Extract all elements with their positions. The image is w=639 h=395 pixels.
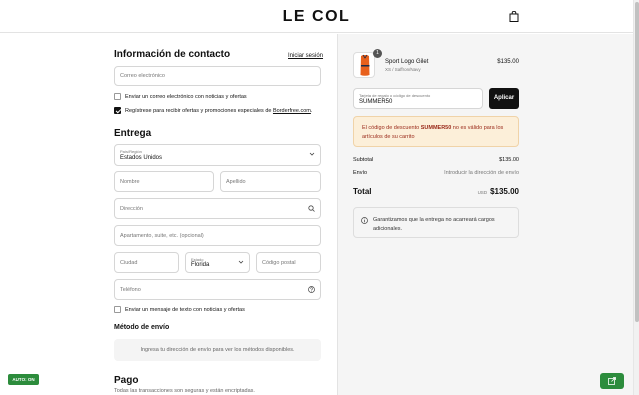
total-value: $135.00 — [490, 187, 519, 196]
chevron-down-icon — [309, 152, 315, 156]
phone-field[interactable]: Teléfono — [114, 279, 321, 300]
external-link-icon — [608, 377, 616, 385]
shipping-value: Introducir la dirección de envío — [444, 170, 519, 176]
total-label: Total — [353, 187, 372, 196]
total-row: Total USD $135.00 — [353, 187, 519, 196]
brand-logo[interactable]: LE COL — [0, 8, 633, 26]
country-value: Estados Unidos — [120, 155, 163, 161]
auto-toggle-button[interactable]: AUTO: ON — [8, 374, 39, 385]
page-scrollbar[interactable] — [633, 0, 639, 395]
info-icon — [361, 217, 368, 224]
total-currency: USD — [477, 190, 488, 195]
address-field[interactable]: Dirección — [114, 198, 321, 219]
zip-placeholder: Código postal — [262, 259, 296, 266]
alert-text-prefix: El código de descuento — [362, 125, 421, 131]
discount-error-alert: El código de descuento SUMMER50 no es vá… — [353, 116, 519, 147]
subtotal-row: Subtotal $135.00 — [353, 157, 519, 163]
product-name: Sport Logo Gilet — [385, 59, 429, 65]
contact-title: Información de contacto — [114, 49, 231, 60]
external-action-button[interactable] — [600, 373, 624, 389]
payment-subtitle: Todas las transacciones son seguras y es… — [114, 388, 255, 394]
scrollbar-thumb[interactable] — [635, 2, 639, 322]
first-name-field[interactable]: Nombre — [114, 171, 214, 192]
alert-code: SUMMER50 — [420, 125, 452, 131]
product-price: $135.00 — [497, 59, 519, 65]
last-name-field[interactable]: Apellido — [220, 171, 321, 192]
register-label-text: Regístrese para recibir ofertas y promoc… — [125, 107, 273, 114]
phone-placeholder: Teléfono — [120, 286, 141, 293]
email-news-label: Enviar un correo electrónico con noticia… — [125, 93, 247, 100]
register-label-end: . — [310, 107, 313, 114]
chevron-down-icon — [238, 260, 244, 264]
state-select[interactable]: Estado Florida — [185, 252, 250, 273]
shipping-label: Envío — [353, 170, 368, 176]
product-thumbnail — [353, 52, 375, 78]
borderfree-link[interactable]: Borderfree.com — [273, 108, 311, 114]
payment-title: Pago — [114, 375, 139, 386]
shopping-bag-icon[interactable] — [509, 11, 519, 22]
login-link[interactable]: Iniciar sesión — [288, 53, 323, 59]
delivery-guarantee-text: Garantizamos que la entrega no acarreará… — [373, 217, 495, 232]
product-variant: XS / Saffron/Navy — [385, 67, 421, 72]
delivery-guarantee-box: Garantizamos que la entrega no acarreará… — [353, 207, 519, 238]
email-field[interactable]: Correo electrónico — [114, 66, 321, 86]
country-label: País/Región — [120, 149, 142, 154]
help-circle-icon[interactable] — [308, 286, 315, 293]
email-placeholder: Correo electrónico — [120, 73, 165, 79]
address-placeholder: Dirección — [120, 205, 143, 212]
quantity-badge: 1 — [373, 49, 382, 58]
state-value: Florida — [191, 262, 210, 268]
discount-code-field[interactable]: Tarjeta de regalo o código de descuento … — [353, 88, 483, 109]
subtotal-value: $135.00 — [499, 157, 519, 163]
shipping-method-title: Método de envío — [114, 324, 170, 331]
shipping-row: Envío Introducir la dirección de envío — [353, 170, 519, 176]
register-label: Regístrese para recibir ofertas y promoc… — [125, 108, 312, 114]
site-header: LE COL — [0, 0, 633, 33]
last-name-placeholder: Apellido — [226, 178, 246, 185]
sms-news-label: Enviar un mensaje de texto con noticias … — [125, 306, 245, 313]
city-field[interactable]: Ciudad — [114, 252, 179, 273]
apartment-placeholder: Apartamento, suite, etc. (opcional) — [120, 232, 204, 239]
register-option[interactable]: Regístrese para recibir ofertas y promoc… — [114, 107, 312, 114]
discount-label: Tarjeta de regalo o código de descuento — [359, 93, 431, 98]
sms-news-checkbox[interactable] — [114, 306, 121, 313]
subtotal-label: Subtotal — [353, 157, 374, 163]
country-select[interactable]: País/Región Estados Unidos — [114, 144, 321, 166]
register-checkbox[interactable] — [114, 107, 121, 114]
search-icon — [308, 205, 315, 212]
delivery-title: Entrega — [114, 128, 152, 139]
zip-field[interactable]: Código postal — [256, 252, 321, 273]
sms-news-option[interactable]: Enviar un mensaje de texto con noticias … — [114, 306, 245, 313]
product-image — [360, 54, 370, 76]
apartment-field[interactable]: Apartamento, suite, etc. (opcional) — [114, 225, 321, 246]
shipping-methods-placeholder: Ingresa tu dirección de envío para ver l… — [114, 339, 321, 361]
email-news-checkbox[interactable] — [114, 93, 121, 100]
total-amount: USD $135.00 — [478, 187, 519, 196]
email-news-option[interactable]: Enviar un correo electrónico con noticia… — [114, 93, 247, 100]
city-placeholder: Ciudad — [120, 259, 138, 266]
apply-discount-button[interactable]: Aplicar — [489, 88, 519, 109]
discount-value: SUMMER50 — [359, 99, 393, 105]
first-name-placeholder: Nombre — [120, 178, 140, 185]
